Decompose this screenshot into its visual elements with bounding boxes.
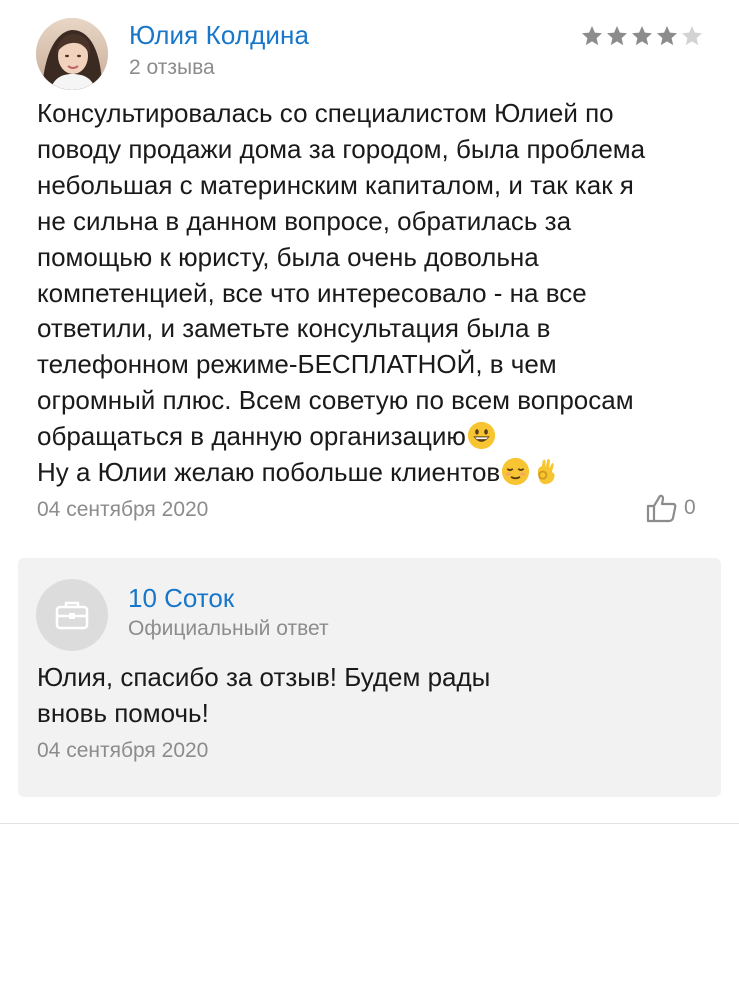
star-icon [657,26,677,46]
author-name[interactable]: Юлия Колдина [129,20,309,51]
star-icon [607,26,627,46]
author-review-count[interactable]: 2 отзыва [129,56,215,80]
reply-date: 04 сентября 2020 [37,739,209,762]
review-line: обращаться в данную организацию [37,421,466,452]
review-line: не сильна в данном вопросе, обратилась з… [37,205,572,236]
star-empty-icon [682,26,702,46]
review-line: Ну а Юлии желаю побольше клиентов [37,457,501,488]
review-line: Консультировалась со специалистом Юлией … [37,98,614,128]
rating-stars [580,24,704,52]
official-reply: 10 Соток Официальный ответ Юлия, спасибо… [18,558,721,797]
thumbs-up-icon [646,494,677,523]
like-count: 0 [684,496,696,519]
review-text: Консультировалась со специалистом Юлией … [37,96,717,491]
star-icon [582,26,602,46]
briefcase-icon [55,601,89,630]
divider [0,823,739,824]
review-line: огромный плюс. Всем советую по всем вопр… [37,385,634,416]
company-avatar[interactable] [36,579,108,651]
review-line: телефонном режиме-БЕСПЛАТНОЙ, в чем [37,349,557,380]
author-photo [36,18,108,90]
review-line: помощью к юристу, была очень довольна [37,241,539,272]
reply-text: Юлия, спасибо за отзыв! Будем рады вновь… [37,662,491,728]
review-line: ответили, и заметьте консультация была в [37,313,551,344]
review-line: поводу продажи дома за городом, была про… [37,133,646,164]
grinning-emoji-icon [467,422,495,450]
official-reply-label: Официальный ответ [128,617,329,640]
review-line: небольшая с материнским капиталом, и так… [37,169,634,200]
ok-hand-emoji-icon [538,459,555,485]
company-name[interactable]: 10 Соток [128,583,234,614]
relieved-emoji-icon [502,457,530,486]
review-date: 04 сентября 2020 [37,498,209,521]
star-icon [632,26,652,46]
like-button[interactable]: 0 [646,493,696,523]
review-line: компетенцией, все что интересовало - на … [37,277,587,308]
author-avatar[interactable] [36,18,108,90]
